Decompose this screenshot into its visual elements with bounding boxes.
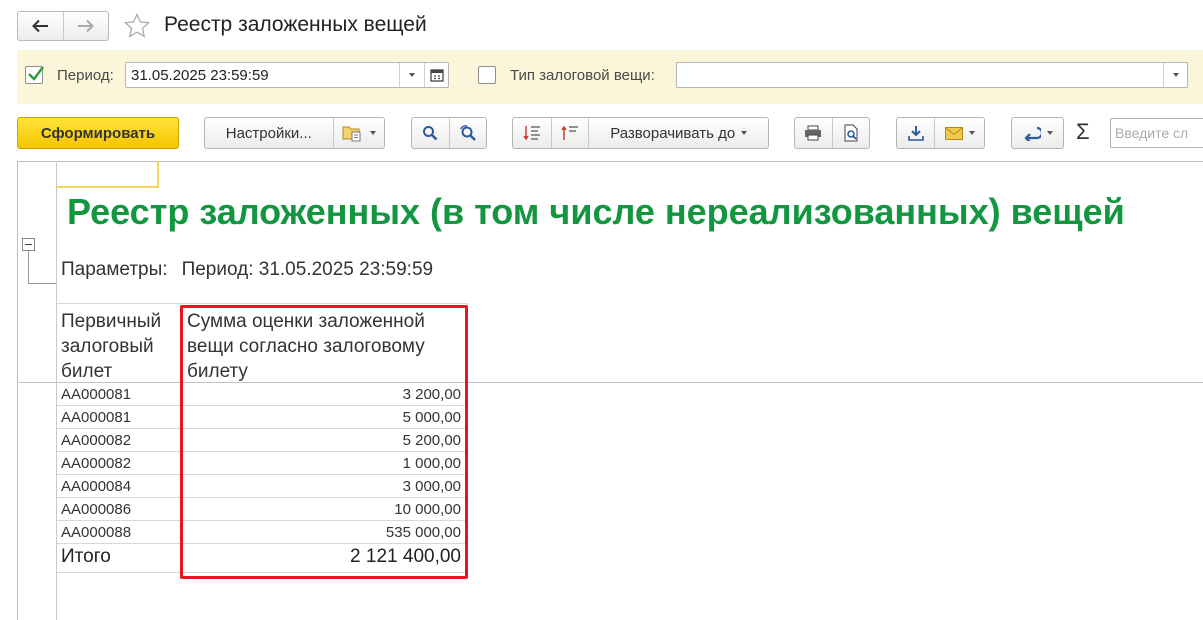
- chevron-down-icon: [1046, 131, 1053, 135]
- send-email-button[interactable]: [934, 118, 984, 148]
- arrow-left-icon: [32, 19, 49, 33]
- report-parameters: Параметры: Период: 31.05.2025 23:59:59: [61, 259, 433, 281]
- settings-group: Настройки...: [204, 117, 385, 149]
- folder-settings-icon: [342, 126, 361, 142]
- chevron-down-icon: [408, 73, 415, 77]
- chevron-down-icon: [369, 131, 376, 135]
- table-row-ticket[interactable]: АА000082: [61, 455, 131, 472]
- pledge-type-checkbox[interactable]: [478, 66, 496, 84]
- selected-cell[interactable]: [56, 161, 159, 188]
- pledge-type-dropdown-button[interactable]: [1163, 63, 1187, 87]
- period-dropdown-button[interactable]: [399, 63, 423, 87]
- chevron-down-icon: [741, 131, 748, 135]
- sort-collapse-icon: [561, 125, 579, 140]
- arrow-right-icon: [77, 19, 94, 33]
- search-input[interactable]: Введите сл: [1110, 118, 1203, 148]
- undo-arrow-icon: [1023, 126, 1041, 141]
- chevron-down-icon: [968, 131, 975, 135]
- period-value: 31.05.2025 23:59:59: [131, 67, 269, 84]
- print-group: [794, 117, 870, 149]
- calendar-icon: [429, 69, 444, 82]
- navigation-group: [17, 11, 109, 41]
- printer-icon: [805, 125, 822, 141]
- filter-panel: Период: 31.05.2025 23:59:59 Тип залогово…: [17, 50, 1203, 104]
- collapse-all-button[interactable]: [550, 118, 589, 148]
- generate-button[interactable]: Сформировать: [17, 117, 179, 149]
- more-actions-button[interactable]: [1011, 117, 1064, 149]
- calendar-button[interactable]: [424, 63, 448, 87]
- tree-line: [28, 283, 56, 284]
- table-row-ticket[interactable]: АА000082: [61, 432, 131, 449]
- tree-line: [28, 251, 29, 284]
- grouping-group: Разворачивать до: [512, 117, 769, 149]
- period-field[interactable]: 31.05.2025 23:59:59: [125, 62, 449, 88]
- find-next-button[interactable]: [448, 118, 486, 148]
- print-preview-icon: [844, 124, 858, 142]
- sort-expand-icon: [523, 126, 540, 141]
- variants-button[interactable]: [332, 118, 384, 148]
- favorite-button[interactable]: [121, 11, 153, 41]
- find-button[interactable]: [412, 118, 449, 148]
- expand-to-label: Разворачивать до: [610, 124, 736, 142]
- pledge-type-label: Тип залоговой вещи:: [510, 67, 655, 84]
- table-row-ticket[interactable]: АА000086: [61, 501, 131, 518]
- search-icon: [423, 126, 438, 141]
- total-label: Итого: [61, 546, 111, 567]
- forward-button[interactable]: [62, 12, 109, 40]
- star-icon: [124, 12, 150, 38]
- report-title: Реестр заложенных (в том числе нереализо…: [67, 191, 1125, 232]
- table-row-ticket[interactable]: АА000081: [61, 409, 131, 426]
- expand-all-button[interactable]: [513, 118, 551, 148]
- params-label: Параметры:: [61, 259, 168, 280]
- download-icon: [907, 126, 924, 141]
- pledge-type-field[interactable]: [676, 62, 1188, 88]
- envelope-icon: [944, 126, 963, 140]
- generate-button-label: Сформировать: [40, 124, 156, 142]
- title-bar: Реестр заложенных вещей: [0, 0, 1203, 50]
- search-placeholder: Введите сл: [1115, 125, 1189, 141]
- settings-button[interactable]: Настройки...: [205, 118, 333, 148]
- chevron-down-icon: [1172, 73, 1179, 77]
- save-button[interactable]: [897, 118, 934, 148]
- table-row-ticket[interactable]: АА000081: [61, 386, 131, 403]
- checkmark-icon: [28, 66, 44, 81]
- window-title: Реестр заложенных вещей: [164, 13, 427, 36]
- table-row-ticket[interactable]: АА000088: [61, 524, 131, 541]
- column-header-ticket: Первичный залоговый билет: [61, 311, 162, 382]
- report-gutter-divider: [56, 161, 57, 620]
- params-value: Период: 31.05.2025 23:59:59: [181, 259, 434, 280]
- search-group: [411, 117, 487, 149]
- search-refresh-icon: [459, 125, 476, 141]
- group-collapse-toggle[interactable]: [22, 238, 35, 251]
- settings-button-label: Настройки...: [225, 124, 312, 142]
- table-row-ticket[interactable]: АА000084: [61, 478, 131, 495]
- sum-icon[interactable]: Σ: [1076, 119, 1090, 145]
- export-group: [896, 117, 985, 149]
- print-preview-button[interactable]: [831, 118, 869, 148]
- back-button[interactable]: [18, 12, 63, 40]
- header-top-line: [57, 303, 468, 304]
- expand-to-button[interactable]: Разворачивать до: [588, 118, 768, 148]
- highlight-frame: [180, 305, 468, 579]
- period-label: Период:: [57, 67, 114, 84]
- print-button[interactable]: [795, 118, 832, 148]
- period-checkbox[interactable]: [25, 66, 44, 84]
